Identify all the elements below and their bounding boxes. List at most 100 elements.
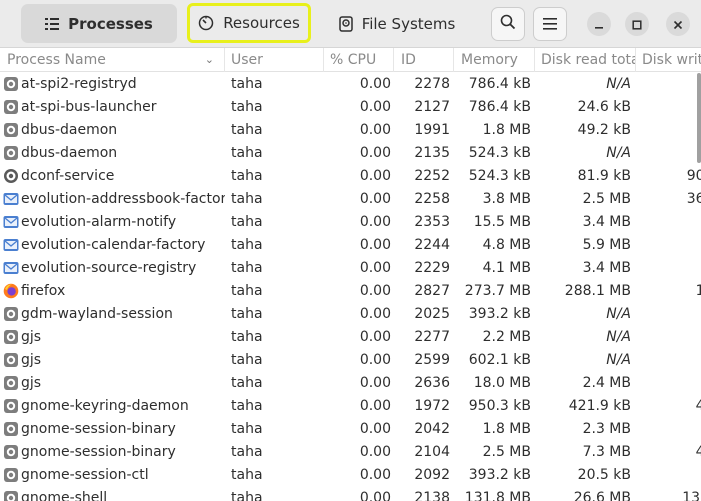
- user-cell: taha: [231, 467, 263, 483]
- cpu-cell: 0.00: [359, 467, 391, 483]
- cpu-cell: 0.00: [359, 237, 391, 253]
- cpu-cell: 0.00: [359, 214, 391, 230]
- gear-icon: [3, 99, 19, 115]
- user-cell: taha: [231, 306, 263, 322]
- table-row[interactable]: gjs taha 0.00 2636 18.0 MB 2.4 MB: [0, 372, 701, 395]
- cpu-cell: 0.00: [359, 191, 391, 207]
- process-name-cell: gjs: [21, 329, 42, 345]
- user-cell: taha: [231, 375, 263, 391]
- table-row[interactable]: gnome-session-binary taha 0.00 2104 2.5 MB 7.…: [0, 441, 701, 464]
- column-header-label: Disk read tota: [541, 52, 636, 68]
- disk-write-cell: [636, 119, 701, 142]
- process-name-cell: evolution-source-registry: [21, 260, 197, 276]
- search-button[interactable]: [491, 7, 525, 41]
- column-header-cpu[interactable]: % CPU: [324, 48, 394, 72]
- table-row[interactable]: gnome-shell taha 0.00 2138 131.8 MB 26.6 MB 13…: [0, 487, 701, 501]
- column-header-process-name[interactable]: Process Name ⌄: [0, 48, 225, 72]
- cpu-cell: 0.00: [359, 398, 391, 414]
- disk-write-cell: [636, 257, 701, 280]
- process-name-cell: dconf-service: [21, 168, 115, 184]
- minimize-button[interactable]: [587, 12, 611, 36]
- pid-cell: 2229: [414, 260, 450, 276]
- gear-icon: [3, 329, 19, 345]
- process-name-cell: gjs: [21, 352, 42, 368]
- memory-cell: 273.7 MB: [464, 283, 531, 299]
- table-row[interactable]: dconf-service taha 0.00 2252 524.3 kB 81.9 kB…: [0, 165, 701, 188]
- memory-cell: 1.8 MB: [482, 122, 531, 138]
- table-row[interactable]: firefox taha 0.00 2827 273.7 MB 288.1 MB 1.: [0, 280, 701, 303]
- disk-read-cell: N/A: [606, 306, 631, 322]
- mail-icon: [3, 260, 19, 276]
- tab-file-systems-label: File Systems: [361, 14, 456, 33]
- pid-cell: 2104: [414, 444, 450, 460]
- disk-write-cell: 1.: [636, 280, 701, 303]
- column-header-user[interactable]: User: [225, 48, 324, 72]
- disk-read-cell: 7.3 MB: [582, 444, 631, 460]
- disk-read-cell: 2.3 MB: [582, 421, 631, 437]
- memory-cell: 602.1 kB: [468, 352, 531, 368]
- user-cell: taha: [231, 145, 263, 161]
- close-button[interactable]: [666, 12, 690, 36]
- disk-write-value: 4.: [695, 398, 701, 414]
- process-name-cell: at-spi2-registryd: [21, 76, 137, 92]
- gear-icon: [3, 444, 19, 460]
- pid-cell: 2127: [414, 99, 450, 115]
- memory-cell: 4.8 MB: [482, 237, 531, 253]
- minimize-icon: [594, 15, 604, 34]
- column-header-memory[interactable]: Memory: [454, 48, 535, 72]
- disk-write-value: 1.: [695, 283, 701, 299]
- table-row[interactable]: gnome-keyring-daemon taha 0.00 1972 950.3 kB…: [0, 395, 701, 418]
- process-name-cell: gnome-keyring-daemon: [21, 398, 189, 414]
- main-menu-button[interactable]: [533, 7, 567, 41]
- cpu-cell: 0.00: [359, 421, 391, 437]
- memory-cell: 786.4 kB: [468, 76, 531, 92]
- disk-write-cell: [636, 234, 701, 257]
- tab-resources[interactable]: Resources: [187, 3, 311, 43]
- tab-file-systems[interactable]: File Systems: [327, 4, 467, 43]
- column-header-label: Memory: [461, 52, 518, 68]
- maximize-button[interactable]: [625, 12, 649, 36]
- tab-processes[interactable]: Processes: [21, 4, 177, 43]
- table-row[interactable]: gjs taha 0.00 2277 2.2 MB N/A: [0, 326, 701, 349]
- column-header-id[interactable]: ID: [394, 48, 454, 72]
- pid-cell: 2252: [414, 168, 450, 184]
- close-icon: [673, 15, 683, 34]
- table-row[interactable]: evolution-alarm-notify taha 0.00 2353 15.5 M…: [0, 211, 701, 234]
- table-row[interactable]: gnome-session-binary taha 0.00 2042 1.8 MB 2.…: [0, 418, 701, 441]
- process-name-cell: dbus-daemon: [21, 122, 118, 138]
- table-row[interactable]: evolution-calendar-factory taha 0.00 2244 4.…: [0, 234, 701, 257]
- column-header-disk-write[interactable]: Disk writ: [636, 48, 701, 72]
- column-header-disk-read[interactable]: Disk read tota: [535, 48, 636, 72]
- gear-icon: [3, 122, 19, 138]
- pid-cell: 1991: [414, 122, 450, 138]
- vertical-scrollbar[interactable]: [697, 73, 701, 163]
- disk-write-cell: 135: [636, 487, 701, 501]
- cpu-cell: 0.00: [359, 168, 391, 184]
- process-name-cell: gnome-session-ctl: [21, 467, 149, 483]
- table-row[interactable]: gjs taha 0.00 2599 602.1 kB N/A: [0, 349, 701, 372]
- table-row[interactable]: at-spi2-registryd taha 0.00 2278 786.4 kB N/A: [0, 73, 701, 96]
- pid-cell: 2258: [414, 191, 450, 207]
- disk-write-cell: [636, 418, 701, 441]
- pid-cell: 2636: [414, 375, 450, 391]
- cpu-cell: 0.00: [359, 375, 391, 391]
- table-row[interactable]: evolution-addressbook-factory taha 0.00 225…: [0, 188, 701, 211]
- pid-cell: 2827: [414, 283, 450, 299]
- cpu-cell: 0.00: [359, 306, 391, 322]
- user-cell: taha: [231, 214, 263, 230]
- table-row[interactable]: gnome-session-ctl taha 0.00 2092 393.2 kB 20.…: [0, 464, 701, 487]
- disk-read-cell: 49.2 kB: [577, 122, 631, 138]
- user-cell: taha: [231, 421, 263, 437]
- process-name-cell: at-spi-bus-launcher: [21, 99, 157, 115]
- gear-icon: [3, 467, 19, 483]
- gear-icon: [3, 490, 19, 501]
- disk-read-cell: 3.4 MB: [582, 214, 631, 230]
- table-row[interactable]: gdm-wayland-session taha 0.00 2025 393.2 kB N…: [0, 303, 701, 326]
- table-row[interactable]: dbus-daemon taha 0.00 1991 1.8 MB 49.2 kB: [0, 119, 701, 142]
- table-row[interactable]: at-spi-bus-launcher taha 0.00 2127 786.4 kB 2…: [0, 96, 701, 119]
- table-row[interactable]: evolution-source-registry taha 0.00 2229 4.1…: [0, 257, 701, 280]
- memory-cell: 393.2 kB: [468, 467, 531, 483]
- disk-read-cell: 20.5 kB: [577, 467, 631, 483]
- disk-write-cell: [636, 142, 701, 165]
- table-row[interactable]: dbus-daemon taha 0.00 2135 524.3 kB N/A: [0, 142, 701, 165]
